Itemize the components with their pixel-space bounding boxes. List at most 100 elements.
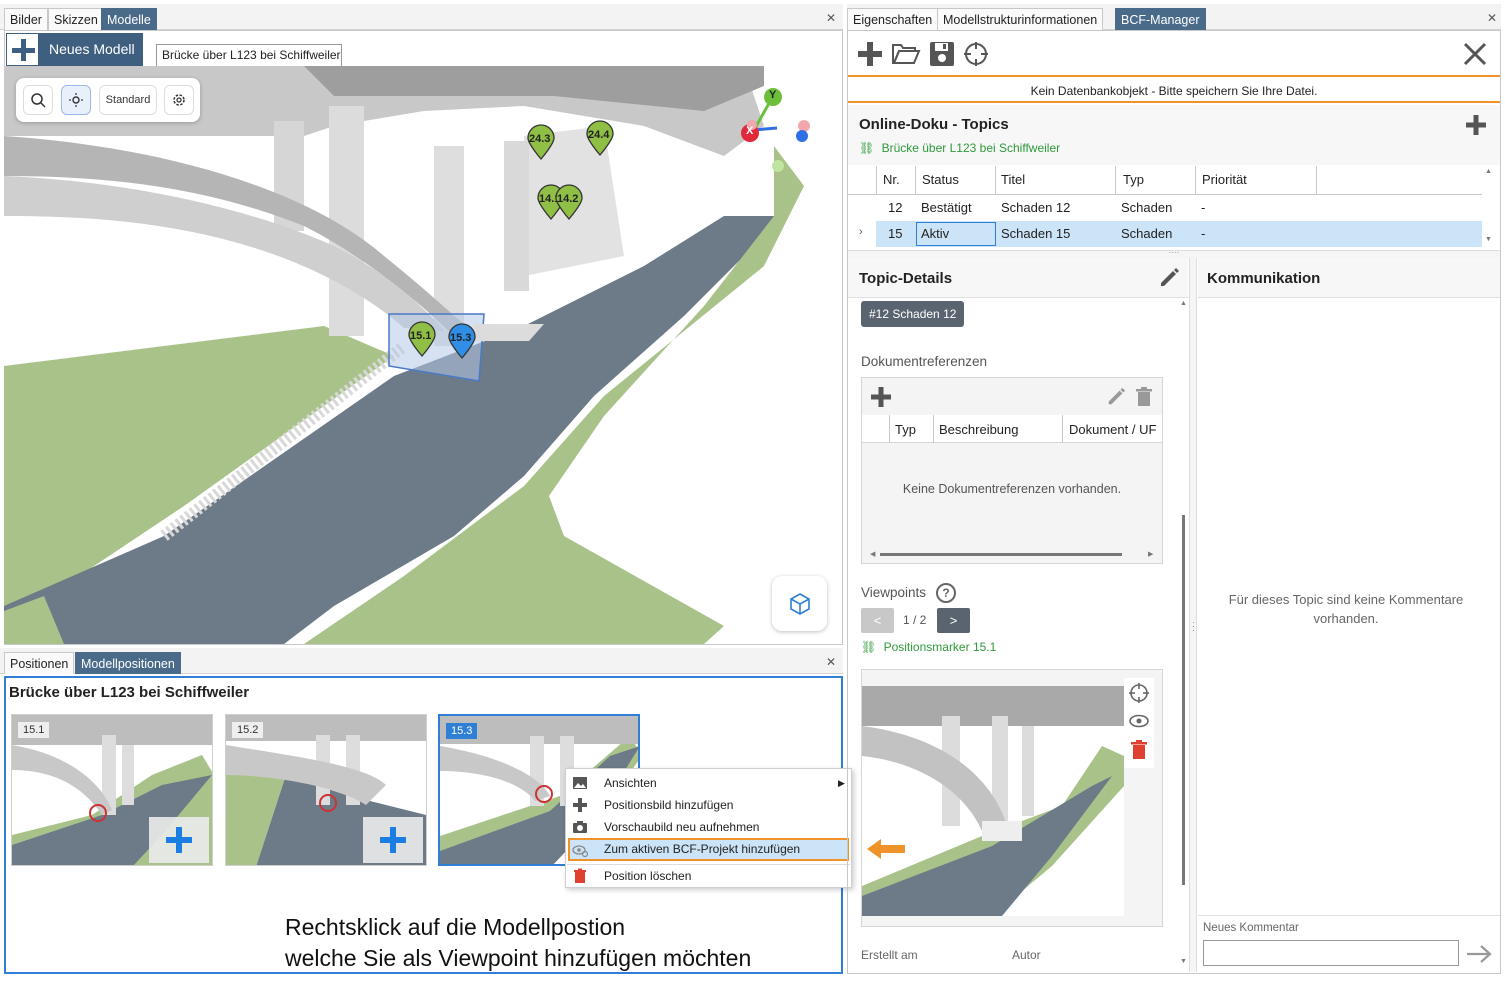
position-thumbnail[interactable]: 15.1 bbox=[11, 714, 213, 866]
tab-modellpositionen[interactable]: Modellpositionen bbox=[75, 652, 181, 674]
instruction-text: Rechtsklick auf die Modellpostion welche… bbox=[285, 912, 751, 974]
3d-viewport[interactable]: 24.3 24.4 14.1 14.2 15.1 15.3 Y X bbox=[4, 66, 842, 644]
view-standard-button[interactable]: Standard bbox=[99, 85, 157, 115]
add-doc-icon[interactable] bbox=[870, 386, 892, 408]
crosshair-icon[interactable] bbox=[1128, 682, 1150, 704]
edit-doc-icon[interactable] bbox=[1106, 387, 1126, 407]
info-bar: Kein Datenbankobjekt - Bitte speichern S… bbox=[848, 79, 1500, 103]
folder-open-icon[interactable] bbox=[891, 41, 921, 67]
close-icon[interactable] bbox=[1462, 41, 1488, 67]
view-cube-button[interactable] bbox=[772, 576, 827, 631]
menu-item-loeschen[interactable]: Position löschen bbox=[566, 865, 851, 887]
edit-icon[interactable] bbox=[1158, 267, 1180, 289]
vertical-splitter[interactable]: · · · bbox=[1189, 258, 1197, 972]
thumbnail-label: 15.2 bbox=[232, 722, 264, 738]
menu-item-positionsbild[interactable]: Positionsbild hinzufügen bbox=[566, 794, 851, 816]
info-bar-text: Kein Datenbankobjekt - Bitte speichern S… bbox=[1030, 84, 1318, 98]
send-arrow-icon[interactable] bbox=[1465, 944, 1493, 964]
cell-status-focused: Aktiv bbox=[916, 222, 996, 246]
table-row-selected[interactable]: 15 Aktiv Schaden 15 Schaden - bbox=[876, 221, 1482, 247]
viewpoints-label: Viewpoints bbox=[861, 585, 926, 600]
instruction-line: Rechtsklick auf die Modellpostion bbox=[285, 914, 626, 940]
trash-icon[interactable] bbox=[1135, 387, 1153, 407]
standard-label: Standard bbox=[105, 94, 151, 106]
doc-refs-label: Dokumentreferenzen bbox=[861, 354, 988, 369]
tab-bcf-manager[interactable]: BCF-Manager bbox=[1115, 8, 1206, 30]
row-expander-icon[interactable]: › bbox=[859, 226, 863, 238]
topics-header bbox=[848, 105, 1500, 165]
viewpoint-link[interactable]: ⛓ Positionsmarker 15.1 bbox=[861, 640, 996, 654]
doc-table-header: Typ Beschreibung Dokument / UF bbox=[862, 415, 1162, 443]
thumbnail-label: 15.3 bbox=[446, 723, 478, 739]
context-menu: Ansichten ▶ Positionsbild hinzufügen Vor… bbox=[565, 768, 852, 888]
crosshair-icon[interactable] bbox=[963, 41, 989, 67]
col-prioritaet[interactable]: Priorität bbox=[1202, 166, 1247, 194]
left-tabstrip: Bilder Skizzen Modelle ✕ bbox=[0, 4, 843, 30]
position-marker[interactable]: 24.4 bbox=[585, 120, 615, 159]
table-scrollbar[interactable]: ▲ ▼ bbox=[1482, 166, 1494, 248]
menu-item-label: Positionsbild hinzufügen bbox=[604, 798, 734, 812]
viewpoint-preview-box bbox=[861, 669, 1163, 927]
cell-status: Bestätigt bbox=[921, 200, 972, 215]
cell-titel: Schaden 12 bbox=[1001, 200, 1071, 215]
cell-typ: Schaden bbox=[1121, 226, 1173, 241]
viewpoint-prev-button[interactable]: < bbox=[861, 608, 894, 633]
link-icon: ⛓ bbox=[861, 640, 877, 654]
plus-icon bbox=[6, 33, 39, 66]
menu-item-vorschaubild[interactable]: Vorschaubild neu aufnehmen bbox=[566, 816, 851, 838]
position-marker-selected[interactable]: 15.3 bbox=[447, 323, 477, 362]
marker-label: 15.3 bbox=[450, 332, 472, 344]
col-doc-dokument[interactable]: Dokument / UF bbox=[1069, 422, 1162, 437]
tab-positionen[interactable]: Positionen bbox=[4, 652, 75, 674]
tab-modelle[interactable]: Modelle bbox=[101, 8, 157, 30]
created-label: Erstellt am bbox=[861, 948, 918, 962]
details-scrollbar[interactable]: ▲ ▼ bbox=[1178, 300, 1188, 970]
position-marker[interactable]: 24.3 bbox=[526, 124, 556, 163]
marker-label: 24.3 bbox=[529, 133, 551, 145]
model-tab[interactable]: Brücke über L123 bei Schiffweiler bbox=[156, 44, 342, 66]
close-icon[interactable]: ✕ bbox=[1487, 11, 1497, 25]
tab-modellstruktur[interactable]: Modellstrukturinformationen bbox=[937, 8, 1104, 30]
col-nr[interactable]: Nr. bbox=[883, 166, 900, 194]
splitter-handle[interactable]: ···· bbox=[848, 249, 1500, 258]
bottom-tabstrip: Positionen Modellpositionen ✕ bbox=[0, 648, 843, 674]
tab-eigenschaften[interactable]: Eigenschaften bbox=[847, 8, 939, 30]
position-marker[interactable]: 14.2 bbox=[554, 184, 584, 223]
help-icon[interactable]: ? bbox=[936, 583, 956, 603]
viewpoint-preview-image[interactable] bbox=[862, 686, 1124, 916]
topics-project-link[interactable]: ⛓ Brücke über L123 bei Schiffweiler bbox=[859, 141, 1060, 155]
table-row[interactable]: 12 Bestätigt Schaden 12 Schaden - bbox=[876, 195, 1482, 221]
save-icon[interactable] bbox=[929, 41, 955, 67]
new-comment-input[interactable] bbox=[1203, 940, 1459, 966]
col-status[interactable]: Status bbox=[922, 166, 959, 194]
position-thumbnail[interactable]: 15.2 bbox=[225, 714, 427, 866]
settings-button[interactable] bbox=[164, 85, 194, 115]
search-rotate-icon bbox=[31, 93, 46, 108]
tab-bilder[interactable]: Bilder bbox=[4, 8, 48, 30]
topics-table: Nr. Status Titel Typ Priorität 12 Bestät… bbox=[848, 166, 1494, 248]
add-topic-icon[interactable] bbox=[1465, 114, 1487, 136]
close-icon[interactable]: ✕ bbox=[826, 655, 836, 669]
col-titel[interactable]: Titel bbox=[1001, 166, 1025, 194]
trash-icon[interactable] bbox=[1130, 740, 1148, 760]
col-doc-beschreibung[interactable]: Beschreibung bbox=[939, 422, 1019, 437]
doc-hscrollbar[interactable]: ◀ ▶ bbox=[870, 550, 1155, 558]
tab-skizzen[interactable]: Skizzen bbox=[48, 8, 104, 30]
axis-gizmo[interactable]: Y X bbox=[732, 84, 812, 174]
new-model-button[interactable]: Neues Modell bbox=[6, 33, 143, 66]
close-icon[interactable]: ✕ bbox=[826, 11, 836, 25]
viewpoint-next-button[interactable]: > bbox=[937, 608, 970, 633]
add-icon[interactable] bbox=[857, 41, 883, 67]
col-typ[interactable]: Typ bbox=[1123, 166, 1144, 194]
col-doc-typ[interactable]: Typ bbox=[895, 422, 916, 437]
add-image-button[interactable] bbox=[149, 817, 209, 863]
menu-item-bcf-hinzufuegen[interactable]: Zum aktiven BCF-Projekt hinzufügen bbox=[568, 838, 849, 861]
light-button[interactable] bbox=[61, 85, 91, 115]
eye-icon[interactable] bbox=[1128, 713, 1150, 729]
add-image-button[interactable] bbox=[363, 817, 423, 863]
zoom-reset-button[interactable] bbox=[23, 85, 53, 115]
menu-item-label: Ansichten bbox=[604, 776, 657, 790]
bcf-toolbar bbox=[848, 31, 1500, 77]
position-marker[interactable]: 15.1 bbox=[407, 321, 437, 360]
menu-item-ansichten[interactable]: Ansichten ▶ bbox=[566, 772, 851, 794]
